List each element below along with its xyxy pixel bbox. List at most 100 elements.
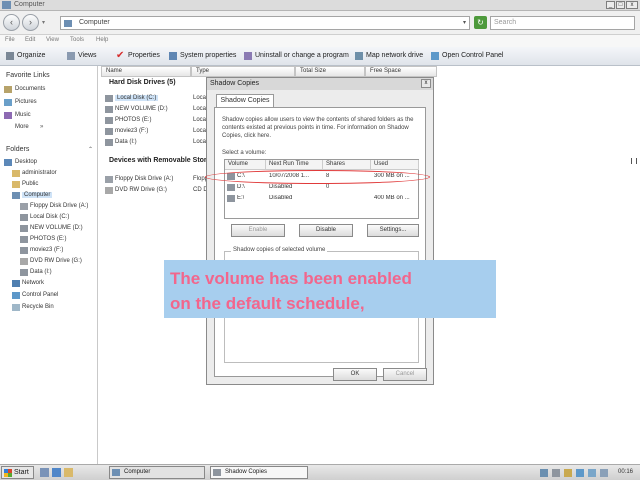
enable-button[interactable]: Enable	[231, 224, 285, 237]
drive-new-volume-d[interactable]: NEW VOLUME (D:)	[115, 106, 168, 112]
folder-control-panel[interactable]: Control Panel	[22, 292, 58, 298]
organize-button[interactable]: Organize	[17, 52, 45, 59]
folder-dvd-g[interactable]: DVD RW Drive (G:)	[30, 258, 82, 264]
quicklaunch-ie-icon[interactable]	[52, 468, 61, 477]
window-titlebar[interactable]: Computer _ □ x	[0, 0, 640, 11]
chevron-right-icon[interactable]: »	[40, 124, 43, 130]
drive-photos-e[interactable]: PHOTOS (E:)	[115, 117, 152, 123]
folder-new-volume-d[interactable]: NEW VOLUME (D:)	[30, 225, 83, 231]
drive-moviez3-f[interactable]: moviez3 (F:)	[115, 128, 148, 134]
close-button[interactable]: x	[626, 1, 638, 9]
dialog-title: Shadow Copies	[210, 80, 260, 87]
column-free-space[interactable]: Free Space	[365, 66, 437, 77]
views-button[interactable]: Views	[78, 52, 97, 59]
map-network-drive-button[interactable]: Map network drive	[366, 52, 423, 59]
search-input[interactable]: Search	[490, 16, 635, 30]
menu-edit[interactable]: Edit	[25, 37, 35, 43]
tray-network-icon[interactable]	[540, 469, 548, 477]
column-name[interactable]: Name	[101, 66, 191, 77]
column-total-size[interactable]: Total Size	[295, 66, 365, 77]
system-clock[interactable]: 00:16	[618, 469, 633, 475]
taskbar: Start Computer Shadow Copies 00:16	[0, 464, 640, 480]
favorite-more[interactable]: More	[15, 124, 29, 130]
organize-icon	[6, 52, 14, 60]
desktop-icon	[4, 159, 12, 166]
folder-moviez3-f[interactable]: moviez3 (F:)	[30, 247, 63, 253]
disable-button[interactable]: Disable	[299, 224, 353, 237]
folder-photos-e[interactable]: PHOTOS (E:)	[30, 236, 67, 242]
dvd-drive-icon	[20, 258, 28, 265]
tab-shadow-copies[interactable]: Shadow Copies	[216, 94, 274, 107]
tray-app-icon[interactable]	[600, 469, 608, 477]
favorite-documents[interactable]: Documents	[15, 86, 45, 92]
quicklaunch-folder-icon[interactable]	[64, 468, 73, 477]
dialog-close-button[interactable]: x	[421, 79, 431, 88]
taskbar-item-shadow-copies[interactable]: Shadow Copies	[210, 466, 308, 479]
folder-desktop[interactable]: Desktop	[15, 159, 37, 165]
menu-file[interactable]: File	[5, 37, 15, 43]
menu-help[interactable]: Help	[96, 37, 108, 43]
folder-public[interactable]: Public	[22, 181, 38, 187]
used-column-header[interactable]: Used	[371, 160, 419, 170]
volume-row-e[interactable]: E:\ Disabled 400 MB on ...	[225, 194, 418, 204]
dialog-titlebar[interactable]: Shadow Copies x	[207, 78, 433, 90]
folders-heading[interactable]: Folders	[6, 146, 29, 153]
start-button[interactable]: Start	[1, 466, 34, 479]
shares-column-header[interactable]: Shares	[323, 160, 371, 170]
volume-used: 400 MB on ...	[374, 195, 410, 201]
shadow-copies-group-label: Shadow copies of selected volume	[231, 247, 328, 253]
back-button[interactable]: ‹	[3, 14, 20, 31]
tray-app-icon[interactable]	[588, 469, 596, 477]
folder-network[interactable]: Network	[22, 280, 44, 286]
favorite-music[interactable]: Music	[15, 112, 31, 118]
caption-line-1: The volume has been enabled	[170, 269, 412, 288]
volume-list[interactable]: Volume Next Run Time Shares Used C:\ 10/…	[224, 159, 419, 219]
drive-data-i[interactable]: Data (I:)	[115, 139, 137, 145]
folder-local-disk-c[interactable]: Local Disk (C:)	[30, 214, 69, 220]
drive-floppy-a[interactable]: Floppy Disk Drive (A:)	[115, 176, 173, 182]
removable-section-heading[interactable]: Devices with Removable Storage	[109, 157, 219, 164]
column-type[interactable]: Type	[191, 66, 295, 77]
address-field[interactable]: Computer ▾	[60, 16, 470, 30]
drive-local-disk-c[interactable]: Local Disk (C:)	[115, 95, 159, 101]
pane-splitter-handle[interactable]	[631, 158, 637, 164]
next-run-column-header[interactable]: Next Run Time	[266, 160, 323, 170]
properties-button[interactable]: Properties	[128, 52, 160, 59]
folder-recycle-bin[interactable]: Recycle Bin	[22, 304, 54, 310]
folder-floppy[interactable]: Floppy Disk Drive (A:)	[30, 203, 88, 209]
refresh-button[interactable]: ↻	[474, 16, 487, 29]
volume-next-run: Disabled	[269, 184, 293, 190]
tray-app-icon[interactable]	[576, 469, 584, 477]
cancel-button[interactable]: Cancel	[383, 368, 427, 381]
menu-view[interactable]: View	[46, 37, 59, 43]
maximize-button[interactable]: □	[616, 1, 625, 9]
menu-bar: File Edit View Tools Help	[0, 35, 640, 47]
system-properties-button[interactable]: System properties	[180, 52, 236, 59]
volume-shares: 0	[326, 184, 330, 190]
folder-data-i[interactable]: Data (I:)	[30, 269, 52, 275]
drive-dvd-g[interactable]: DVD RW Drive (G:)	[115, 187, 167, 193]
history-chevron-icon[interactable]: ▾	[42, 19, 45, 26]
system-icon	[169, 52, 177, 60]
chevron-down-icon[interactable]: ▾	[463, 19, 466, 26]
dialog-description: Shadow copies allow users to view the co…	[222, 117, 414, 139]
folder-administrator[interactable]: administrator	[22, 170, 57, 176]
uninstall-program-button[interactable]: Uninstall or change a program	[255, 52, 349, 59]
settings-button[interactable]: Settings...	[367, 224, 419, 237]
taskbar-item-computer[interactable]: Computer	[109, 466, 205, 479]
open-control-panel-button[interactable]: Open Control Panel	[442, 52, 503, 59]
volume-column-header[interactable]: Volume	[225, 160, 266, 170]
folder-computer[interactable]: Computer	[22, 192, 53, 198]
ok-button[interactable]: OK	[333, 368, 377, 381]
volume-row-d[interactable]: D:\ Disabled 0	[225, 183, 418, 193]
minimize-button[interactable]: _	[606, 1, 615, 9]
chevron-up-icon[interactable]: ⌃	[88, 146, 93, 153]
tray-volume-icon[interactable]	[552, 469, 560, 477]
menu-tools[interactable]: Tools	[70, 37, 84, 43]
drive-icon	[227, 184, 235, 191]
favorite-pictures[interactable]: Pictures	[15, 99, 37, 105]
forward-button[interactable]: ›	[22, 14, 39, 31]
hdd-section-heading[interactable]: Hard Disk Drives (5)	[109, 79, 176, 86]
quicklaunch-desktop-icon[interactable]	[40, 468, 49, 477]
tray-security-icon[interactable]	[564, 469, 572, 477]
